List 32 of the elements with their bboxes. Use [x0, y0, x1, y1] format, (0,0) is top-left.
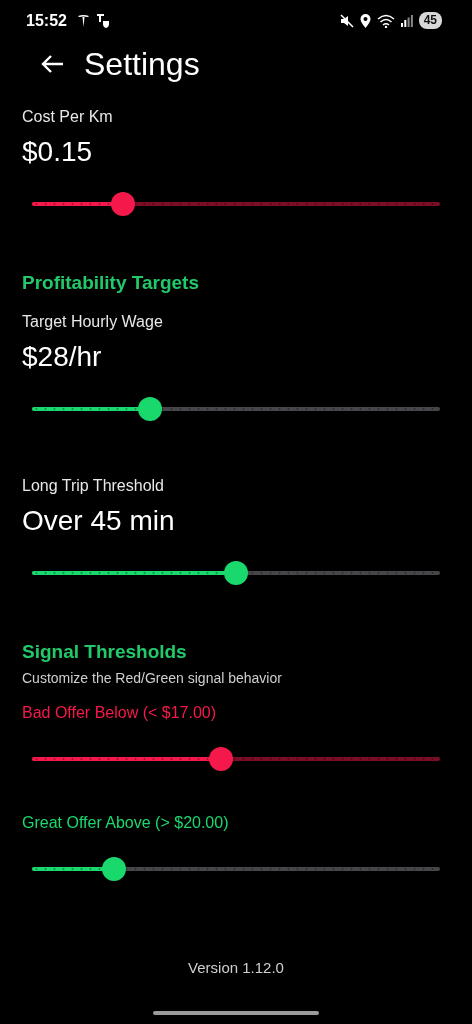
wifi-icon	[376, 14, 395, 28]
section-description: Customize the Red/Green signal behavior	[22, 668, 283, 688]
slider-thumb[interactable]	[101, 856, 126, 881]
setting-label: Target Hourly Wage	[22, 311, 164, 332]
battery-level: 45	[418, 12, 442, 30]
section-title: Profitability Targets	[22, 270, 200, 295]
version-text: Version 1.12.0	[188, 958, 284, 978]
signal-icon	[400, 15, 413, 27]
slider[interactable]	[32, 856, 440, 881]
slider-thumb[interactable]	[209, 746, 234, 771]
slider[interactable]	[32, 396, 440, 421]
setting-label: Great Offer Above (> $20.00)	[22, 812, 230, 833]
screen-title: Settings	[84, 44, 200, 84]
location-icon	[359, 14, 371, 28]
shield-icon	[95, 13, 110, 29]
setting-label: Long Trip Threshold	[22, 475, 165, 496]
setting-value: Over 45 min	[22, 503, 176, 538]
setting-value: $28/hr	[22, 339, 103, 374]
car-logo-icon	[76, 14, 90, 28]
slider[interactable]	[32, 560, 440, 585]
mute-icon	[339, 14, 354, 28]
setting-label: Bad Offer Below (< $17.00)	[22, 702, 218, 723]
back-arrow-icon[interactable]	[40, 53, 64, 74]
slider-thumb[interactable]	[111, 191, 136, 216]
section-title: Signal Thresholds	[22, 639, 188, 664]
setting-value: $0.15	[22, 134, 94, 169]
status-time: 15:52	[26, 12, 67, 30]
setting-label: Cost Per Km	[22, 108, 114, 127]
slider[interactable]	[32, 191, 440, 216]
slider-thumb[interactable]	[224, 560, 248, 585]
slider-thumb[interactable]	[138, 396, 163, 421]
slider[interactable]	[32, 746, 440, 771]
